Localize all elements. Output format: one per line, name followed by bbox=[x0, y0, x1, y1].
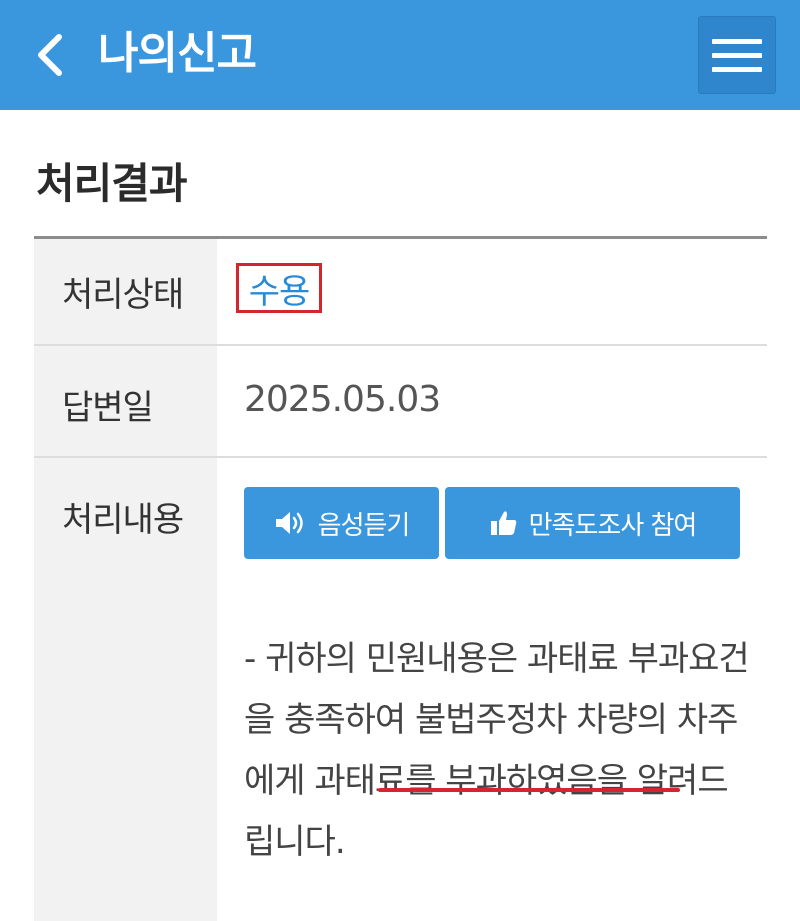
result-content: - 귀하의 민원내용은 과태료 부과요건을 충족하여 불법주정차 차량의 차주에… bbox=[244, 639, 750, 862]
menu-button[interactable] bbox=[698, 16, 776, 94]
highlight-underline bbox=[378, 788, 680, 792]
back-button[interactable] bbox=[26, 27, 74, 83]
section-title: 처리결과 bbox=[36, 159, 188, 208]
listen-voice-button[interactable]: 음성듣기 bbox=[244, 487, 439, 559]
page-title: 나의신고 bbox=[98, 28, 257, 79]
status-badge: 수용 bbox=[236, 263, 322, 313]
listen-voice-label: 음성듣기 bbox=[317, 510, 411, 541]
speaker-icon bbox=[275, 512, 303, 534]
content-label: 처리내용 bbox=[62, 500, 184, 540]
app-header: 나의신고 bbox=[0, 0, 800, 110]
status-row: 처리상태 수용 bbox=[34, 239, 767, 344]
status-label: 처리상태 bbox=[62, 275, 184, 315]
result-table: 처리상태 수용 답변일 2025.05.03 처리내용 음성듣기 만족도조사 참… bbox=[34, 236, 767, 921]
hamburger-menu-icon bbox=[712, 38, 762, 44]
thumbs-up-icon bbox=[490, 511, 516, 535]
answer-date: 2025.05.03 bbox=[244, 379, 441, 420]
chevron-left-icon bbox=[38, 34, 62, 76]
satisfaction-survey-label: 만족도조사 참여 bbox=[528, 510, 698, 541]
satisfaction-survey-button[interactable]: 만족도조사 참여 bbox=[445, 487, 740, 559]
date-label: 답변일 bbox=[62, 388, 154, 428]
